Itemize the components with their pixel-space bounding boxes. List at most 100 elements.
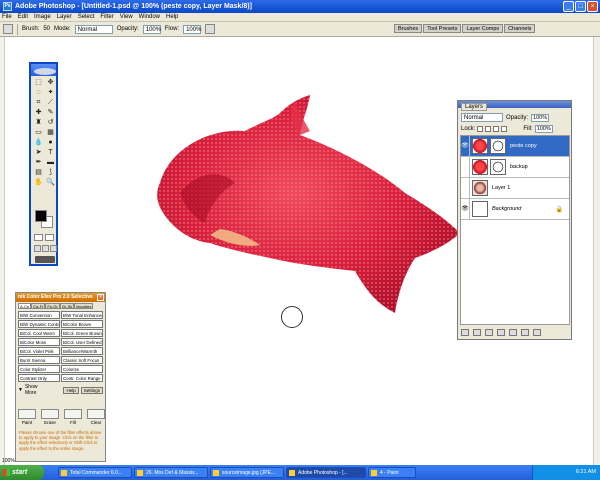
close-button[interactable]: ×: [587, 1, 598, 12]
nik-filter-button[interactable]: BiCol. Violet Pink: [18, 347, 60, 355]
link-layers-icon[interactable]: [461, 329, 469, 336]
pen-tool-icon[interactable]: ✒: [33, 158, 44, 167]
brush-size-value[interactable]: 50: [43, 26, 50, 32]
zoom-level-status[interactable]: 100%: [0, 458, 15, 464]
maximize-button[interactable]: □: [575, 1, 586, 12]
task-music-player[interactable]: 26. Mos Def & Massiv...: [134, 467, 208, 478]
nik-filter-button[interactable]: Brilliance/Warmth: [61, 347, 103, 355]
mode-select[interactable]: Normal: [74, 24, 113, 34]
standard-screen-button[interactable]: [34, 245, 41, 252]
minimize-button[interactable]: _: [563, 1, 574, 12]
show-more-link[interactable]: Show More: [25, 384, 50, 396]
layer-row-backup[interactable]: backup: [461, 156, 569, 178]
nik-tab-favorites[interactable]: favorites: [74, 303, 94, 309]
menu-image[interactable]: Image: [34, 14, 51, 20]
airbrush-icon[interactable]: [205, 24, 216, 34]
nik-filter-button[interactable]: BiColor Brown: [61, 320, 103, 328]
layer-mask-thumbnail[interactable]: [490, 159, 506, 175]
nik-filter-button[interactable]: BiCol. Cool Warm: [18, 329, 60, 337]
nik-panel-title[interactable]: nik Color Efex Pro 2.0 Selective ×: [16, 293, 105, 302]
eyedropper-tool-icon[interactable]: ⟆: [45, 168, 56, 177]
jump-to-imageready-button[interactable]: [35, 256, 55, 263]
add-mask-icon[interactable]: [485, 329, 493, 336]
full-screen-button[interactable]: [50, 245, 57, 252]
layer-row-layer-1[interactable]: Layer 1: [461, 177, 569, 199]
well-tab-brushes[interactable]: Brushes: [394, 24, 423, 33]
magic-wand-tool-icon[interactable]: ✦: [45, 88, 56, 97]
foreground-color-swatch[interactable]: [35, 210, 47, 222]
crop-tool-icon[interactable]: ⌗: [33, 98, 44, 107]
well-tab-tool-presets[interactable]: Tool Presets: [423, 24, 462, 33]
nik-clear-tool[interactable]: Clear: [87, 409, 105, 425]
clock[interactable]: 6:21 AM: [576, 469, 596, 475]
opacity-input[interactable]: 100%: [142, 24, 161, 34]
menu-layer[interactable]: Layer: [57, 14, 72, 20]
brush-tool-preset-icon[interactable]: [3, 24, 13, 34]
nik-filter-button[interactable]: BiCol. Green Brown: [61, 329, 103, 337]
layer-row-peste-copy[interactable]: 👁 peste copy: [461, 135, 569, 157]
eye-icon-hidden[interactable]: [461, 156, 470, 178]
task-photoshop[interactable]: Adobe Photoshop - [...: [286, 467, 366, 478]
well-tab-layer-comps[interactable]: Layer Comps: [462, 24, 504, 33]
eye-icon[interactable]: 👁: [461, 198, 470, 220]
type-tool-icon[interactable]: T: [45, 148, 56, 157]
nik-filter-button[interactable]: Contrast Only: [18, 374, 60, 382]
nik-paint-tool[interactable]: Paint: [18, 409, 36, 425]
path-selection-tool-icon[interactable]: ➤: [33, 148, 44, 157]
flow-input[interactable]: 100%: [183, 24, 201, 34]
move-tool-icon[interactable]: ✥: [45, 78, 56, 87]
nik-tab-fo-gr[interactable]: Fo-Gr: [45, 303, 60, 309]
nik-filter-button[interactable]: Classic Soft Focus: [61, 356, 103, 364]
layer-row-background[interactable]: 👁 Background 🔒: [461, 198, 569, 220]
task-source-image[interactable]: sourceimage.jpg (JPE...: [210, 467, 284, 478]
lock-transparency-checkbox[interactable]: [477, 126, 484, 132]
adjustment-layer-icon[interactable]: [509, 329, 517, 336]
triangle-down-icon[interactable]: ▼: [18, 387, 23, 393]
menu-edit[interactable]: Edit: [18, 14, 28, 20]
lock-position-checkbox[interactable]: [493, 126, 500, 132]
nik-erase-tool[interactable]: Erase: [41, 409, 59, 425]
brush-tool-icon[interactable]: ✎: [45, 108, 56, 117]
lasso-tool-icon[interactable]: ◌: [33, 88, 44, 97]
healing-brush-tool-icon[interactable]: ✚: [33, 108, 44, 117]
nik-settings-button[interactable]: Settings: [80, 386, 103, 394]
nik-tab-a-ce[interactable]: A-Ce: [18, 303, 32, 309]
menu-file[interactable]: File: [2, 14, 12, 20]
nik-close-button[interactable]: ×: [97, 294, 104, 301]
nik-tab-gr-sk[interactable]: Gr-Sk: [59, 303, 75, 309]
new-layer-icon[interactable]: [521, 329, 529, 336]
nik-filter-button[interactable]: Burnt Sienna: [18, 356, 60, 364]
new-set-icon[interactable]: [497, 329, 505, 336]
zoom-tool-icon[interactable]: 🔍: [45, 178, 56, 187]
task-paint[interactable]: 4 - Paint: [368, 467, 416, 478]
menu-window[interactable]: Window: [139, 14, 160, 20]
nik-filter-button[interactable]: BiColor Moss: [18, 338, 60, 346]
gradient-tool-icon[interactable]: ▦: [45, 128, 56, 137]
hand-tool-icon[interactable]: ✋: [33, 178, 44, 187]
clone-stamp-tool-icon[interactable]: ♜: [33, 118, 44, 127]
well-tab-channels[interactable]: Channels: [504, 24, 536, 33]
nik-filter-button[interactable]: Colorize: [61, 365, 103, 373]
tab-layers[interactable]: Layers: [461, 103, 488, 111]
fill-input[interactable]: 100%: [534, 125, 553, 133]
history-brush-tool-icon[interactable]: ↺: [45, 118, 56, 127]
dodge-tool-icon[interactable]: ●: [45, 138, 56, 147]
standard-mode-button[interactable]: [34, 234, 43, 241]
eye-icon-hidden[interactable]: [461, 177, 470, 199]
nik-filter-button[interactable]: B/W Conversion: [18, 311, 60, 319]
task-total-commander[interactable]: Total Commander 6.0...: [58, 467, 132, 478]
trash-icon[interactable]: [533, 329, 541, 336]
menu-help[interactable]: Help: [166, 14, 178, 20]
slice-tool-icon[interactable]: ⟋: [45, 98, 56, 107]
full-screen-menu-button[interactable]: [42, 245, 49, 252]
vertical-scrollbar[interactable]: [593, 37, 600, 465]
notes-tool-icon[interactable]: ▤: [33, 168, 44, 177]
blend-mode-select[interactable]: Normal: [461, 113, 503, 122]
nik-filter-button[interactable]: B/W Dynamic Contrast: [18, 320, 60, 328]
nik-filter-button[interactable]: B/W Tonal Enhancer: [61, 311, 103, 319]
quick-mask-mode-button[interactable]: [45, 234, 54, 241]
eye-icon[interactable]: 👁: [461, 135, 470, 157]
menu-view[interactable]: View: [120, 14, 133, 20]
layer-style-icon[interactable]: [473, 329, 481, 336]
shape-tool-icon[interactable]: ▬: [45, 158, 56, 167]
